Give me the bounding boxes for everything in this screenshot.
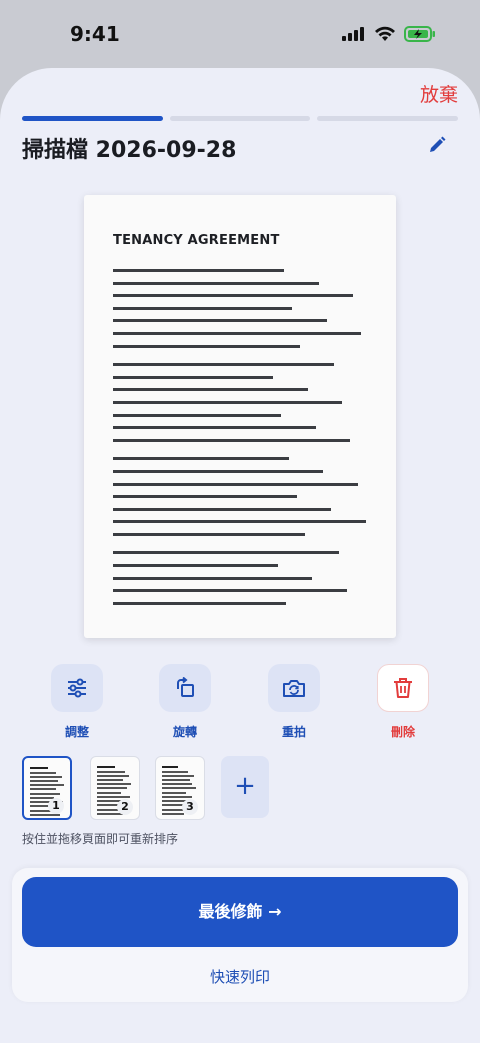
retake-label: 重拍: [281, 725, 306, 739]
page-thumbnail-2[interactable]: 2: [90, 756, 140, 820]
scan-review-sheet: 放棄 掃描檔 2026-09-28 TENANCY AGREEMENT 調整 旋…: [0, 68, 480, 1043]
document-text-lines: [113, 269, 373, 614]
status-icons: [342, 26, 436, 42]
sliders-icon: [68, 678, 86, 698]
quick-print-link[interactable]: 快速列印: [12, 966, 468, 987]
progress-step-1: [22, 116, 163, 121]
rotate-icon: [177, 677, 194, 697]
status-time: 9:41: [70, 22, 120, 46]
final-touches-button[interactable]: 最後修飾 →: [22, 877, 458, 947]
edit-title-pencil-icon[interactable]: [428, 136, 446, 154]
delete-label: 刪除: [390, 725, 415, 739]
discard-button[interactable]: 放棄: [420, 80, 458, 107]
delete-icon-box: [377, 664, 429, 712]
wifi-icon: [375, 26, 395, 41]
retake-icon-box: [268, 664, 320, 712]
add-page-button[interactable]: +: [221, 756, 269, 818]
page-number-badge: 1: [48, 798, 64, 814]
action-card: 最後修飾 → 快速列印: [12, 868, 468, 1002]
trash-icon: [394, 678, 412, 698]
page-number-badge: 3: [182, 799, 198, 815]
edit-toolbar: 調整 旋轉 重拍 刪除: [0, 664, 480, 739]
adjust-icon-box: [51, 664, 103, 712]
progress-step-2: [169, 116, 311, 121]
rotate-icon-box: [159, 664, 211, 712]
battery-charging-icon: [404, 26, 435, 42]
progress-step-3: [317, 116, 459, 121]
reorder-hint: 按住並拖移頁面即可重新排序: [22, 832, 179, 846]
page-number-badge: 2: [117, 799, 133, 815]
document-page-preview[interactable]: TENANCY AGREEMENT: [84, 195, 396, 638]
camera-retake-icon: [283, 680, 305, 697]
delete-button[interactable]: 刪除: [377, 664, 429, 740]
document-heading: TENANCY AGREEMENT: [113, 233, 280, 248]
document-title: 掃描檔 2026-09-28: [22, 138, 237, 163]
rotate-label: 旋轉: [172, 725, 197, 739]
retake-button[interactable]: 重拍: [268, 664, 320, 740]
page-thumbnail-3[interactable]: 3: [155, 756, 205, 820]
adjust-button[interactable]: 調整: [51, 664, 103, 740]
cellular-signal-icon: [342, 27, 364, 41]
adjust-label: 調整: [64, 725, 89, 739]
rotate-button[interactable]: 旋轉: [159, 664, 211, 740]
progress-indicator: [22, 116, 459, 121]
page-thumbnail-strip: 1 2 3 +: [22, 756, 322, 820]
status-bar: 9:41: [0, 0, 480, 68]
page-thumbnail-1[interactable]: 1: [22, 756, 72, 820]
